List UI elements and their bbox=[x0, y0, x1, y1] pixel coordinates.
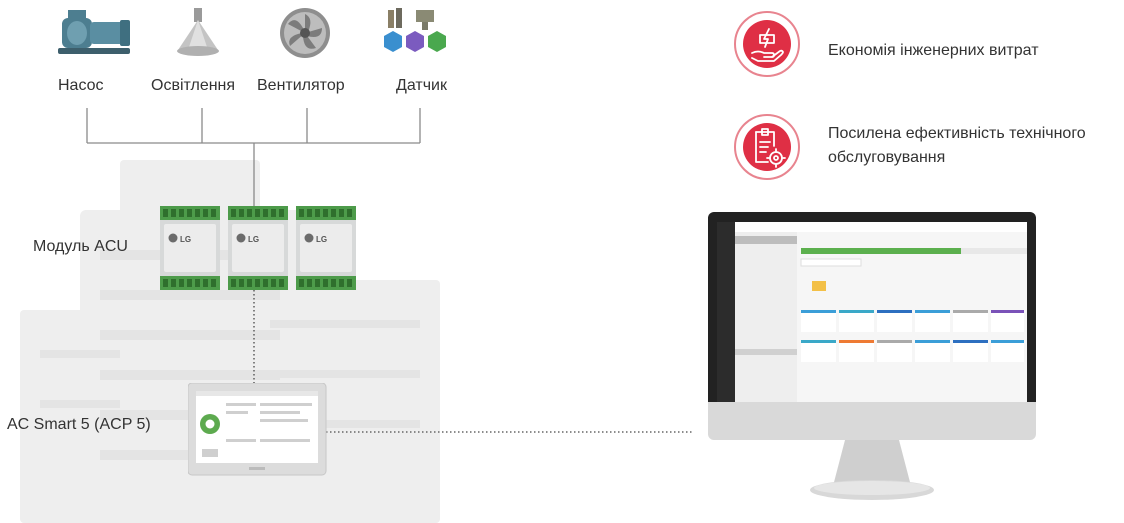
monitor bbox=[708, 212, 1036, 500]
acp-label: AC Smart 5 (ACP 5) bbox=[7, 416, 151, 433]
acu-modules: LG LG LG bbox=[160, 206, 356, 290]
acu-brand-1: LG bbox=[180, 235, 191, 244]
ac-smart-panel bbox=[188, 383, 327, 476]
acu-module-3 bbox=[296, 206, 356, 290]
maintenance-icon bbox=[734, 114, 800, 180]
acu-module-label: Модуль ACU bbox=[33, 238, 128, 255]
maintenance-text: Посилена ефективність технічного обслуго… bbox=[828, 125, 1086, 166]
acu-module-2 bbox=[228, 206, 288, 290]
acu-brand-3: LG bbox=[316, 235, 327, 244]
cost-saving-icon bbox=[734, 11, 800, 77]
acu-brand-2: LG bbox=[248, 235, 259, 244]
acu-module-1 bbox=[160, 206, 220, 290]
cost-saving-text: Економія інженерних витрат bbox=[828, 42, 1039, 59]
